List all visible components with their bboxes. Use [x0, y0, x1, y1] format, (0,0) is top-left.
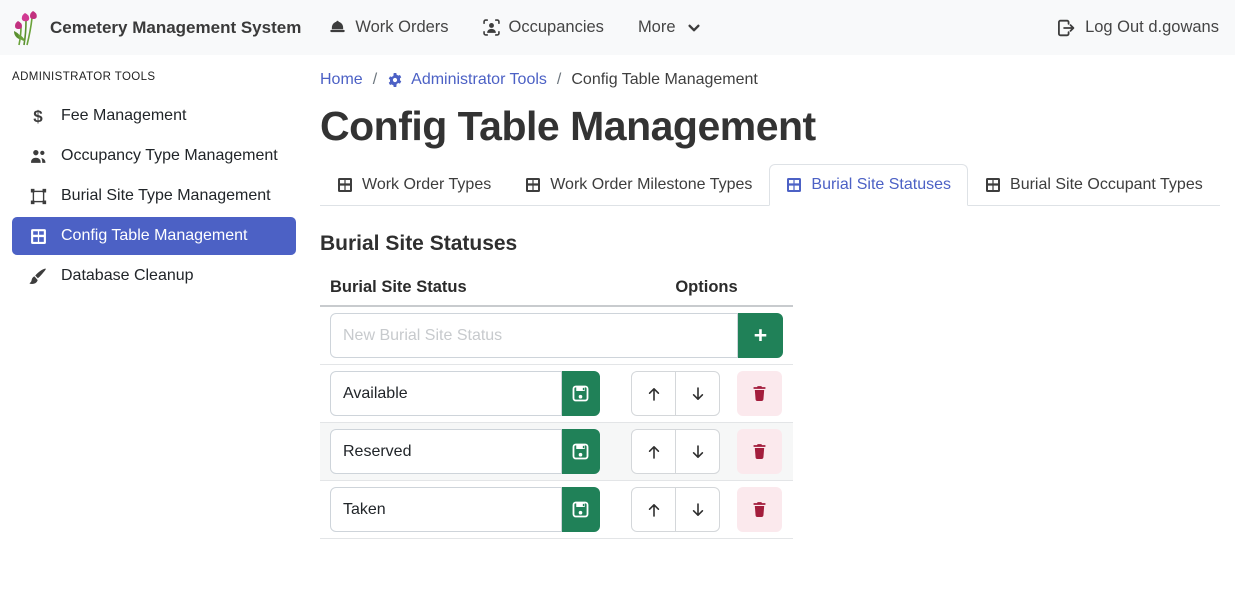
table-row-new: + [320, 307, 793, 365]
tab-burial-site-statuses[interactable]: Burial Site Statuses [769, 164, 968, 206]
nav-more[interactable]: More [638, 18, 701, 37]
table-row [320, 365, 793, 423]
move-down-button[interactable] [675, 429, 720, 474]
table-icon [28, 228, 48, 245]
delete-button[interactable] [737, 371, 782, 416]
chevron-down-icon [687, 21, 701, 35]
person-bounding-box-icon [483, 19, 500, 36]
table-icon [337, 177, 353, 193]
save-button[interactable] [562, 429, 600, 474]
table-row [320, 481, 793, 539]
sidebar: ADMINISTRATOR TOOLS $ Fee Management Occ… [0, 55, 308, 591]
column-header-options: Options [630, 278, 783, 297]
trash-icon [751, 443, 768, 460]
nav-work-orders[interactable]: Work Orders [329, 18, 448, 37]
reorder-button-group [631, 371, 720, 416]
burial-site-status-table: Burial Site Status Options + [320, 270, 793, 539]
sidebar-item-label: Config Table Management [61, 227, 248, 245]
plus-icon: + [754, 324, 767, 347]
new-burial-site-status-input[interactable] [330, 313, 738, 358]
move-up-button[interactable] [631, 429, 676, 474]
trash-icon [751, 385, 768, 402]
tab-label: Work Order Types [362, 176, 491, 194]
arrow-down-icon [690, 386, 706, 402]
top-navbar: Cemetery Management System Work Orders [0, 0, 1235, 55]
table-row [320, 423, 793, 481]
column-header-burial-site-status: Burial Site Status [330, 278, 630, 297]
tab-work-order-milestone-types[interactable]: Work Order Milestone Types [508, 164, 769, 206]
status-name-input[interactable] [330, 487, 562, 532]
tab-work-order-types[interactable]: Work Order Types [320, 164, 508, 206]
sidebar-item-label: Fee Management [61, 107, 186, 125]
gear-icon [387, 72, 403, 88]
sidebar-item-config-table-management[interactable]: Config Table Management [12, 217, 296, 255]
logout-icon [1057, 19, 1075, 37]
sidebar-item-label: Occupancy Type Management [61, 147, 278, 165]
table-header-row: Burial Site Status Options [320, 270, 793, 307]
arrow-down-icon [690, 502, 706, 518]
delete-button[interactable] [737, 487, 782, 532]
brush-icon [28, 268, 48, 285]
delete-button[interactable] [737, 429, 782, 474]
nav-link-label: Work Orders [355, 18, 448, 37]
main-content: Home / Administrator Tools / Config Tabl… [308, 55, 1235, 591]
tab-label: Work Order Milestone Types [550, 176, 752, 194]
bounding-box-icon [28, 188, 48, 205]
save-floppy-icon [572, 501, 589, 518]
breadcrumb-label: Administrator Tools [411, 71, 547, 89]
logout-button[interactable]: Log Out d.gowans [1057, 18, 1219, 37]
breadcrumb-admin-tools-link[interactable]: Administrator Tools [387, 71, 547, 89]
breadcrumb-current: Config Table Management [571, 71, 758, 89]
reorder-button-group [631, 429, 720, 474]
status-name-input[interactable] [330, 429, 562, 474]
sidebar-item-label: Database Cleanup [61, 267, 194, 285]
nav-occupancies[interactable]: Occupancies [483, 18, 604, 37]
save-floppy-icon [572, 385, 589, 402]
arrow-up-icon [646, 386, 662, 402]
move-up-button[interactable] [631, 487, 676, 532]
sidebar-item-database-cleanup[interactable]: Database Cleanup [12, 257, 296, 295]
table-icon [985, 177, 1001, 193]
section-heading: Burial Site Statuses [320, 232, 1220, 256]
brand[interactable]: Cemetery Management System [12, 9, 301, 47]
page-title: Config Table Management [320, 103, 1220, 150]
move-down-button[interactable] [675, 487, 720, 532]
breadcrumb-separator: / [557, 71, 561, 89]
dollar-icon: $ [28, 108, 48, 125]
tab-label: Burial Site Statuses [811, 176, 951, 194]
people-icon [28, 148, 48, 165]
reorder-button-group [631, 487, 720, 532]
sidebar-item-occupancy-type-management[interactable]: Occupancy Type Management [12, 137, 296, 175]
status-name-input[interactable] [330, 371, 562, 416]
move-down-button[interactable] [675, 371, 720, 416]
hard-hat-icon [329, 19, 346, 36]
table-icon [525, 177, 541, 193]
sidebar-item-burial-site-type-management[interactable]: Burial Site Type Management [12, 177, 296, 215]
save-button[interactable] [562, 487, 600, 532]
tulip-logo-icon [12, 9, 40, 47]
tab-bar: Work Order Types Work Order Milestone Ty… [320, 164, 1220, 206]
table-icon [786, 177, 802, 193]
sidebar-item-fee-management[interactable]: $ Fee Management [12, 97, 296, 135]
arrow-down-icon [690, 444, 706, 460]
breadcrumb: Home / Administrator Tools / Config Tabl… [320, 71, 1220, 89]
move-up-button[interactable] [631, 371, 676, 416]
app-title: Cemetery Management System [50, 18, 301, 38]
sidebar-heading: ADMINISTRATOR TOOLS [0, 63, 308, 97]
breadcrumb-home-link[interactable]: Home [320, 71, 363, 89]
tab-label: Burial Site Occupant Types [1010, 176, 1203, 194]
logout-label: Log Out d.gowans [1085, 18, 1219, 37]
nav-link-label: More [638, 18, 676, 37]
add-button[interactable]: + [738, 313, 783, 358]
sidebar-item-label: Burial Site Type Management [61, 187, 271, 205]
tab-burial-site-occupant-types[interactable]: Burial Site Occupant Types [968, 164, 1220, 206]
arrow-up-icon [646, 502, 662, 518]
save-button[interactable] [562, 371, 600, 416]
save-floppy-icon [572, 443, 589, 460]
trash-icon [751, 501, 768, 518]
nav-link-label: Occupancies [509, 18, 604, 37]
breadcrumb-separator: / [373, 71, 377, 89]
navbar-links: Work Orders Occupancies More [329, 18, 700, 37]
arrow-up-icon [646, 444, 662, 460]
